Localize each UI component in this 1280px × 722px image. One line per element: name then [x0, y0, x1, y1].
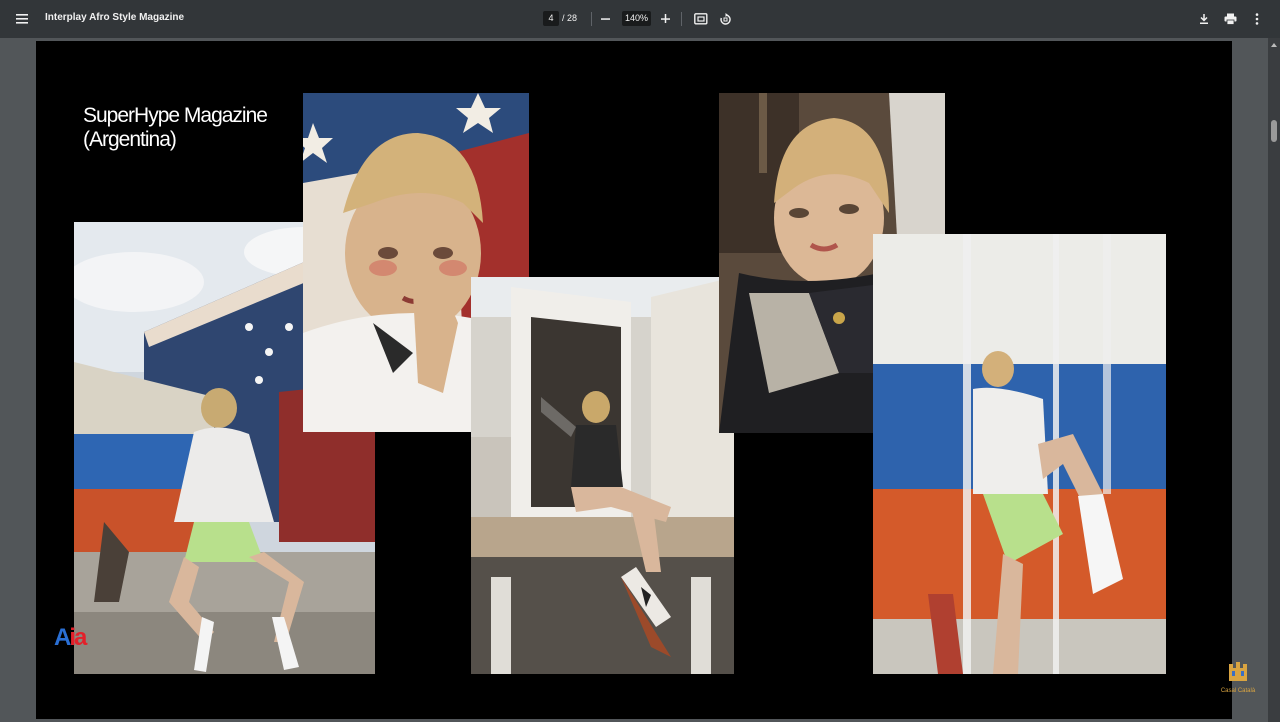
print-icon[interactable] [1220, 9, 1240, 29]
castle-icon [1229, 662, 1247, 681]
zoom-in-icon[interactable] [656, 9, 676, 29]
pdf-page: SuperHype Magazine (Argentina) Aia [36, 41, 1232, 719]
zoom-level-input[interactable]: 140% [622, 11, 651, 26]
aia-logo: Aia [54, 624, 87, 652]
photo-truck-doorway [471, 277, 734, 674]
watermark-label: Casal Català [1220, 688, 1256, 694]
scroll-up-arrow-icon[interactable] [1271, 43, 1277, 47]
pdf-viewer-area[interactable]: SuperHype Magazine (Argentina) Aia [0, 38, 1280, 722]
photo-raised-leg [873, 234, 1166, 674]
rotate-icon[interactable] [715, 9, 735, 29]
page-total: / 28 [562, 13, 578, 23]
logo-letter-a: A [54, 624, 71, 651]
fit-page-icon[interactable] [691, 9, 711, 29]
menu-icon[interactable] [13, 9, 33, 29]
heading-line-2: (Argentina) [83, 128, 177, 151]
download-icon[interactable] [1194, 9, 1214, 29]
zoom-out-icon[interactable] [596, 9, 616, 29]
toolbar-divider [681, 12, 682, 26]
logo-letters-ia: ia [69, 624, 87, 651]
page-heading: SuperHype Magazine (Argentina) [83, 104, 268, 152]
toolbar-divider [591, 12, 592, 26]
more-vert-icon[interactable] [1247, 9, 1267, 29]
document-title: Interplay Afro Style Magazine [45, 12, 185, 23]
scrollbar-thumb[interactable] [1271, 120, 1277, 142]
heading-line-1: SuperHype Magazine [83, 104, 268, 127]
page-number-input[interactable]: 4 [543, 11, 559, 26]
vertical-scrollbar[interactable] [1268, 38, 1280, 722]
pdf-toolbar: Interplay Afro Style Magazine 4 / 28 140… [0, 0, 1280, 38]
casal-catala-watermark: Casal Català [1218, 660, 1258, 700]
